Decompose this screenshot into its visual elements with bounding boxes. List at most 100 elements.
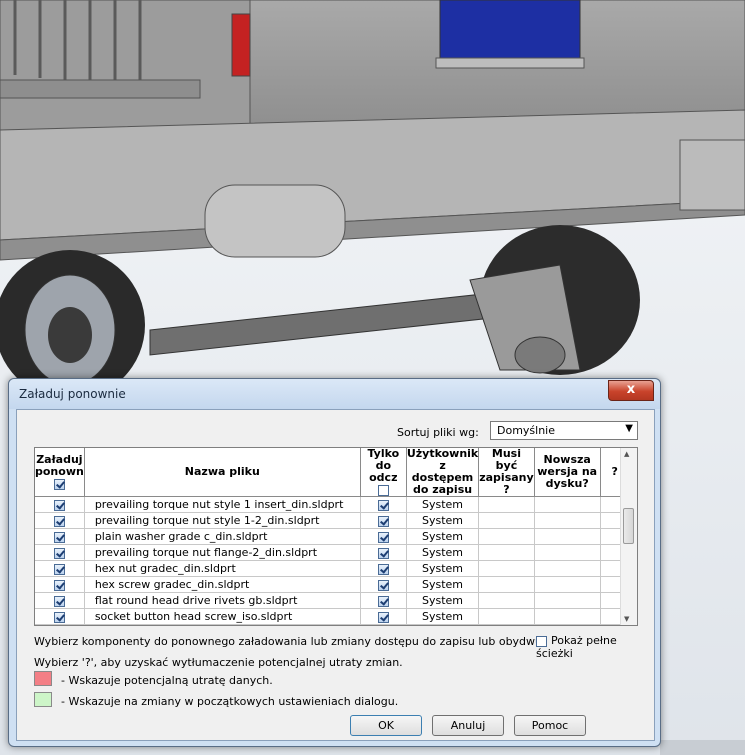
readonly-cell[interactable] <box>360 576 407 593</box>
close-button[interactable]: x <box>608 380 654 401</box>
table-row[interactable]: hex nut gradec_din.sldprt System <box>35 560 630 577</box>
must-save-cell <box>478 544 535 561</box>
reload-cell[interactable] <box>35 512 85 529</box>
reload-checkbox[interactable] <box>53 611 65 623</box>
dialog-titlebar[interactable]: Załaduj ponownie x <box>9 379 660 409</box>
cancel-button[interactable]: Anuluj <box>432 715 504 736</box>
reload-checkbox[interactable] <box>53 579 65 591</box>
help-button[interactable]: Pomoc <box>514 715 586 736</box>
readonly-cell[interactable] <box>360 496 407 513</box>
table-row[interactable]: prevailing torque nut style 1-2_din.sldp… <box>35 512 630 529</box>
sort-select[interactable]: Domyślnie ▼ <box>490 421 638 440</box>
reload-cell[interactable] <box>35 560 85 577</box>
write-user-cell: System <box>406 608 480 625</box>
readonly-checkbox[interactable] <box>377 499 389 511</box>
readonly-checkbox[interactable] <box>377 547 389 559</box>
grid-scrollbar[interactable]: ▲ ▼ <box>620 448 637 625</box>
must-save-cell <box>478 528 535 545</box>
full-paths-label: Pokaż pełne ścieżki <box>536 634 617 660</box>
table-row[interactable]: prevailing torque nut style 1 insert_din… <box>35 496 630 513</box>
dialog-body: Sortuj pliki wg: Domyślnie ▼ Załaduj pon… <box>16 409 655 741</box>
scroll-up-icon[interactable]: ▲ <box>624 450 629 458</box>
must-save-cell <box>478 576 535 593</box>
filename-cell: prevailing torque nut style 1-2_din.sldp… <box>84 512 361 529</box>
files-grid: Załaduj ponown Nazwa pliku Tylko do odcz… <box>34 447 638 626</box>
readonly-cell[interactable] <box>360 528 407 545</box>
readonly-checkbox[interactable] <box>377 611 389 623</box>
chevron-down-icon: ▼ <box>625 423 633 434</box>
col-readonly[interactable]: Tylko do odcz <box>360 447 407 497</box>
newer-version-cell <box>534 608 601 625</box>
col-must-save[interactable]: Musi być zapisany ? <box>478 448 535 497</box>
reload-cell[interactable] <box>35 592 85 609</box>
legend-red-text: - Wskazuje potencjalną utratę danych. <box>61 674 273 687</box>
col-newer-version[interactable]: Nowsza wersja na dysku? <box>534 448 601 497</box>
reload-cell[interactable] <box>35 544 85 561</box>
col-reload[interactable]: Załaduj ponown <box>35 448 85 497</box>
scroll-down-icon[interactable]: ▼ <box>624 615 629 623</box>
reload-checkbox[interactable] <box>53 531 65 543</box>
files-table: Załaduj ponown Nazwa pliku Tylko do odcz… <box>35 448 630 625</box>
reload-checkbox[interactable] <box>53 595 65 607</box>
must-save-cell <box>478 560 535 577</box>
readonly-cell[interactable] <box>360 592 407 609</box>
newer-version-cell <box>534 512 601 529</box>
reload-checkbox[interactable] <box>53 563 65 575</box>
table-row[interactable]: socket button head screw_iso.sldprt Syste… <box>35 608 630 625</box>
legend-green-text: - Wskazuje na zmiany w początkowych usta… <box>61 695 399 708</box>
legend-green-swatch <box>34 692 52 707</box>
ok-button[interactable]: OK <box>350 715 422 736</box>
filename-cell: socket button head screw_iso.sldprt <box>84 608 361 625</box>
readonly-cell[interactable] <box>360 544 407 561</box>
newer-version-cell <box>534 496 601 513</box>
write-user-cell: System <box>406 496 480 513</box>
col-reload-label: Załaduj ponown <box>35 453 84 478</box>
scroll-thumb[interactable] <box>623 508 634 544</box>
newer-version-cell <box>534 592 601 609</box>
reload-cell[interactable] <box>35 608 85 625</box>
hint-text: Wybierz '?', aby uzyskać wytłumaczenie p… <box>34 656 403 669</box>
table-row[interactable]: flat round head drive rivets gb.sldprt Sy… <box>35 592 630 609</box>
table-row[interactable]: prevailing torque nut flange-2_din.sldpr… <box>35 544 630 561</box>
filename-cell: hex screw gradec_din.sldprt <box>84 576 361 593</box>
newer-version-cell <box>534 544 601 561</box>
readonly-checkbox[interactable] <box>377 515 389 527</box>
full-paths-checkbox[interactable] <box>536 635 547 647</box>
col-filename[interactable]: Nazwa pliku <box>84 448 361 497</box>
reload-checkbox[interactable] <box>53 515 65 527</box>
must-save-cell <box>478 496 535 513</box>
close-icon: x <box>626 382 636 397</box>
readonly-checkbox[interactable] <box>377 531 389 543</box>
readonly-cell[interactable] <box>360 560 407 577</box>
readonly-checkbox[interactable] <box>377 563 389 575</box>
newer-version-cell <box>534 560 601 577</box>
col-readonly-label: Tylko do odcz <box>367 447 400 484</box>
reload-cell[interactable] <box>35 576 85 593</box>
readonly-checkbox[interactable] <box>377 595 389 607</box>
readonly-cell[interactable] <box>360 512 407 529</box>
legend-red-swatch <box>34 671 52 686</box>
reload-all-checkbox[interactable] <box>53 478 65 490</box>
sort-select-value: Domyślnie <box>497 424 556 437</box>
files-table-body: prevailing torque nut style 1 insert_din… <box>35 496 630 625</box>
readonly-cell[interactable] <box>360 608 407 625</box>
filename-cell: prevailing torque nut flange-2_din.sldpr… <box>84 544 361 561</box>
full-paths-option[interactable]: Pokaż pełne ścieżki <box>536 634 654 660</box>
readonly-checkbox[interactable] <box>377 579 389 591</box>
filename-cell: prevailing torque nut style 1 insert_din… <box>84 496 361 513</box>
table-row[interactable]: hex screw gradec_din.sldprt System <box>35 576 630 593</box>
reload-cell[interactable] <box>35 528 85 545</box>
dialog-title: Załaduj ponownie <box>19 387 126 401</box>
write-user-cell: System <box>406 544 480 561</box>
filename-cell: plain washer grade c_din.sldprt <box>84 528 361 545</box>
reload-checkbox[interactable] <box>53 499 65 511</box>
reload-checkbox[interactable] <box>53 547 65 559</box>
write-user-cell: System <box>406 528 480 545</box>
table-row[interactable]: plain washer grade c_din.sldprt System <box>35 528 630 545</box>
newer-version-cell <box>534 528 601 545</box>
reload-dialog: Załaduj ponownie x Sortuj pliki wg: Domy… <box>8 378 661 747</box>
col-write-user[interactable]: Użytkownik z dostępem do zapisu <box>406 448 480 497</box>
reload-cell[interactable] <box>35 496 85 513</box>
readonly-all-checkbox[interactable] <box>377 484 389 496</box>
must-save-cell <box>478 592 535 609</box>
